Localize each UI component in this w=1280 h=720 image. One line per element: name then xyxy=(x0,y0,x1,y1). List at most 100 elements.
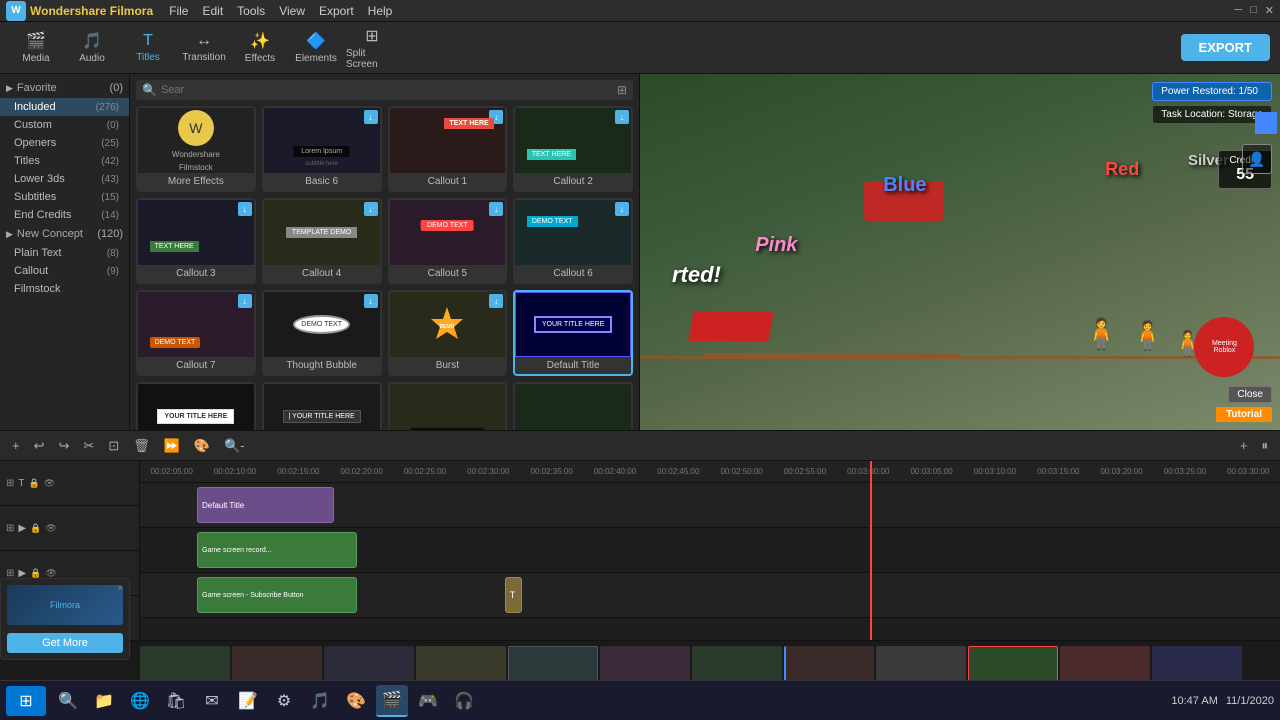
download-callout7[interactable]: ↓ xyxy=(238,294,252,308)
menu-help[interactable]: Help xyxy=(368,4,393,18)
clip-subscribe[interactable]: Game screen - Subscribe Button xyxy=(197,577,357,613)
menu-bar: W Wondershare Filmora File Edit Tools Vi… xyxy=(0,0,1280,22)
taskbar-music[interactable]: 🎵 xyxy=(304,685,336,717)
taskbar-edge[interactable]: 🌐 xyxy=(124,685,156,717)
start-button[interactable]: ⊞ xyxy=(6,686,46,716)
thumb-callout7[interactable]: ↓ DEMO TEXT Callout 7 xyxy=(136,290,256,376)
thumb-title3[interactable]: YOUR TITLE HERE YOUR TITLE HERE YOUR TIT… xyxy=(388,382,508,430)
download-callout4[interactable]: ↓ xyxy=(364,202,378,216)
clip-text-marker[interactable]: T xyxy=(505,577,522,613)
tl-speed-btn[interactable]: ⏩ xyxy=(160,436,184,456)
tutorial-btn[interactable]: Tutorial xyxy=(1216,407,1272,422)
tl-color-btn[interactable]: 🎨 xyxy=(190,436,214,456)
app-name: Wondershare Filmora xyxy=(30,4,153,18)
thumb-callout6[interactable]: ↓ DEMO TEXT Callout 6 xyxy=(513,198,633,284)
tool-audio[interactable]: 🎵 Audio xyxy=(66,26,118,70)
tl-zoom-out-btn[interactable]: 🔍- xyxy=(220,436,249,456)
thumb-more-effects[interactable]: W Wondershare Filmstock More Effects xyxy=(136,106,256,192)
download-basic6[interactable]: ↓ xyxy=(364,110,378,124)
taskbar-filmora-active[interactable]: 🎬 xyxy=(376,685,408,717)
plain-text-item[interactable]: Plain Text (8) xyxy=(0,244,129,262)
tl-redo-btn[interactable]: ↪ xyxy=(55,436,74,456)
taskbar-file-explorer[interactable]: 📁 xyxy=(88,685,120,717)
tl-add-track-btn[interactable]: + xyxy=(8,436,24,455)
tool-transition[interactable]: ↔ Transition xyxy=(178,26,230,70)
thumb-thought-bubble[interactable]: ↓ DEMO TEXT Thought Bubble xyxy=(262,290,382,376)
menu-tools[interactable]: Tools xyxy=(237,4,265,18)
thumb-callout4[interactable]: ↓ TEMPLATE DEMO Callout 4 xyxy=(262,198,382,284)
new-concept-chevron: ▶ xyxy=(6,229,13,240)
export-button[interactable]: EXPORT xyxy=(1181,34,1270,61)
new-concept-section[interactable]: ▶ New Concept (120) xyxy=(0,224,129,244)
close-preview-btn[interactable]: Close xyxy=(1228,386,1272,403)
tool-elements[interactable]: 🔷 Elements xyxy=(290,26,342,70)
tl-cut-btn[interactable]: ✂ xyxy=(79,436,98,456)
tl-undo-btn[interactable]: ↩ xyxy=(30,436,49,456)
minimize-btn[interactable]: ─ xyxy=(1234,4,1242,17)
taskbar-note[interactable]: 📝 xyxy=(232,685,264,717)
thumb-callout2[interactable]: ↓ TEXT HERE Callout 2 xyxy=(513,106,633,192)
tl-zoom-in-btn[interactable]: + xyxy=(1236,436,1252,455)
taskbar-paint[interactable]: 🎨 xyxy=(340,685,372,717)
menu-edit[interactable]: Edit xyxy=(202,4,223,18)
download-callout6[interactable]: ↓ xyxy=(615,202,629,216)
thumb-title1[interactable]: YOUR TITLE HERE YOUR TITLE HERE xyxy=(136,382,256,430)
playhead[interactable] xyxy=(870,461,872,640)
openers-item[interactable]: Openers (25) xyxy=(0,134,129,152)
thumb-title4[interactable]: YOUR TITLE HERE YOUR TITLE HERE xyxy=(513,382,633,430)
end-credits-item[interactable]: End Credits (14) xyxy=(0,206,129,224)
maximize-btn[interactable]: □ xyxy=(1250,4,1257,17)
thumb-title2[interactable]: | YOUR TITLE HERE YOUR TITLE HERE xyxy=(262,382,382,430)
taskbar-roblox[interactable]: 🎮 xyxy=(412,685,444,717)
taskbar-search[interactable]: 🔍 xyxy=(52,685,84,717)
tl-crop-btn[interactable]: ⊡ xyxy=(104,436,123,456)
audio-icon: 🎵 xyxy=(82,31,102,51)
download-callout5[interactable]: ↓ xyxy=(489,202,503,216)
callout-item[interactable]: Callout (9) xyxy=(0,262,129,280)
subtitles-item[interactable]: Subtitles (15) xyxy=(0,188,129,206)
track-header-1: ⊞ T 🔒 👁 xyxy=(0,461,139,506)
taskbar-store[interactable]: 🛍 xyxy=(160,685,192,717)
transition-icon: ↔ xyxy=(196,32,212,50)
grid-view-icon[interactable]: ⊞ xyxy=(617,83,627,97)
download-burst[interactable]: ↓ xyxy=(489,294,503,308)
tool-media[interactable]: 🎬 Media xyxy=(10,26,62,70)
titles-icon: T xyxy=(143,32,153,50)
pink-label: Pink xyxy=(755,234,797,257)
download-thought[interactable]: ↓ xyxy=(364,294,378,308)
thumb-callout1[interactable]: ↓ TEXT HERE Callout 1 xyxy=(388,106,508,192)
filmstock-item[interactable]: Filmstock xyxy=(0,280,129,298)
tool-effects[interactable]: ✨ Effects xyxy=(234,26,286,70)
tl-delete-btn[interactable]: 🗑 xyxy=(129,436,154,456)
thumb-default-title[interactable]: YOUR TITLE HERE Default Title xyxy=(513,290,633,376)
clip-game-record[interactable]: Game screen record... xyxy=(197,532,357,568)
download-callout2[interactable]: ↓ xyxy=(615,110,629,124)
thumb-burst[interactable]: ↓ DEMO Burst xyxy=(388,290,508,376)
thumb-label-basic6: Basic 6 xyxy=(264,173,380,190)
taskbar-spotify[interactable]: 🎧 xyxy=(448,685,480,717)
content-grid: 🔍 ⊞ W Wondershare Filmstock xyxy=(130,74,639,430)
custom-item[interactable]: Custom (0) xyxy=(0,116,129,134)
tool-titles[interactable]: T Titles xyxy=(122,26,174,70)
taskbar-right: 10:47 AM 11/1/2020 xyxy=(1171,695,1274,707)
thumb-basic6[interactable]: ↓ Lorem Ipsum subtitle here Basic 6 xyxy=(262,106,382,192)
menu-export[interactable]: Export xyxy=(319,4,354,18)
titles-item[interactable]: Titles (42) xyxy=(0,152,129,170)
taskbar-mail[interactable]: ✉ xyxy=(196,685,228,717)
tl-pause-tl-btn[interactable]: ⏸ xyxy=(1258,436,1273,456)
close-btn[interactable]: ✕ xyxy=(1265,4,1274,17)
thumb-callout5[interactable]: ↓ DEMO TEXT Callout 5 xyxy=(388,198,508,284)
menu-file[interactable]: File xyxy=(169,4,188,18)
search-input[interactable] xyxy=(161,84,549,96)
download-callout3[interactable]: ↓ xyxy=(238,202,252,216)
included-item[interactable]: Included (276) xyxy=(0,98,129,116)
menu-view[interactable]: View xyxy=(279,4,305,18)
taskbar-settings[interactable]: ⚙ xyxy=(268,685,300,717)
left-panel-body: ▶ Favorite (0) Included (276) Custom (0)… xyxy=(0,74,639,430)
tool-split-screen[interactable]: ⊞ Split Screen xyxy=(346,26,398,70)
lower3ds-item[interactable]: Lower 3ds (43) xyxy=(0,170,129,188)
thumb-callout3[interactable]: ↓ TEXT HERE Callout 3 xyxy=(136,198,256,284)
thumb-label-callout5: Callout 5 xyxy=(390,265,506,282)
favorite-section[interactable]: ▶ Favorite (0) xyxy=(0,78,129,98)
clip-default-title[interactable]: Default Title xyxy=(197,487,334,523)
